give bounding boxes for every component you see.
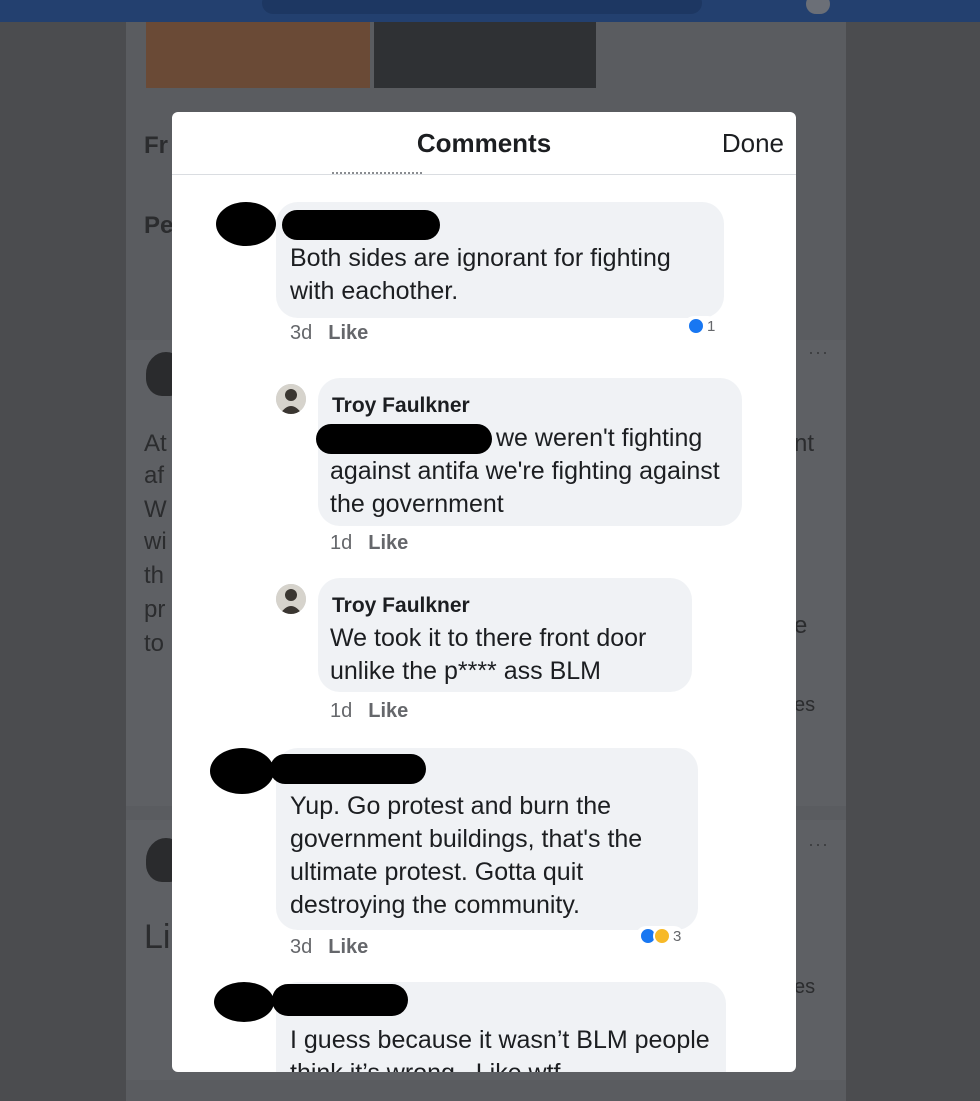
redacted-avatar [210, 748, 274, 794]
redacted-author [270, 754, 426, 784]
comment-author[interactable]: Troy Faulkner [332, 594, 470, 618]
reaction-count: 3 [673, 927, 682, 945]
comment-text: I guess because it wasn’t BLM people thi… [290, 1026, 710, 1072]
background-post-text: At [144, 430, 167, 457]
comment-time: 1d [330, 532, 353, 554]
background-right-text: es [794, 694, 816, 716]
more-options-icon[interactable]: ··· [808, 834, 829, 855]
comment-text: We took it to there front door unlike th… [330, 624, 647, 685]
comment-text: Both sides are ignorant for fighting wit… [290, 244, 671, 305]
user-avatar-icon[interactable] [276, 384, 306, 414]
more-options-icon[interactable]: ··· [808, 342, 829, 363]
comment-item: Yup. Go protest and burn the government … [172, 734, 796, 974]
reaction-count: 1 [707, 317, 716, 335]
background-post-text: wi [144, 528, 167, 555]
background-post-text: Li [144, 918, 171, 956]
reaction-summary[interactable]: 3 [636, 926, 685, 946]
reply-item: Troy Faulkner we weren't fighting agains… [172, 370, 796, 570]
background-right-text: e [794, 612, 808, 639]
comment-time: 3d [290, 936, 313, 958]
like-button[interactable]: Like [368, 700, 408, 722]
comment-meta: 1d Like [330, 532, 408, 555]
background-photo-1 [146, 22, 370, 88]
user-avatar-icon[interactable] [276, 584, 306, 614]
comment-time: 1d [330, 700, 353, 722]
redacted-avatar [216, 202, 276, 246]
done-button[interactable]: Done [722, 128, 784, 159]
comment-meta: 3d Like [290, 322, 368, 345]
top-nav-bar [0, 0, 980, 22]
profile-name-pill[interactable] [262, 0, 702, 14]
comment-item: Both sides are ignorant for fighting wit… [172, 174, 796, 374]
background-right-text: es [794, 976, 816, 998]
care-reaction-icon [653, 927, 671, 945]
comments-list[interactable]: Both sides are ignorant for fighting wit… [172, 174, 796, 1072]
comment-meta: 3d Like [290, 936, 368, 959]
modal-header: Comments Done [172, 112, 796, 175]
comments-modal: Comments Done Both sides are ignorant fo… [172, 112, 796, 1072]
redacted-author [282, 210, 440, 240]
comment-time: 3d [290, 322, 313, 344]
background-post-text: to [144, 630, 165, 657]
like-button[interactable]: Like [328, 936, 368, 958]
background-subheading: Pe [144, 212, 174, 239]
comment-author[interactable]: Troy Faulkner [332, 394, 470, 418]
redacted-author [272, 984, 408, 1016]
redacted-avatar [214, 982, 274, 1022]
avatar[interactable] [806, 0, 830, 14]
background-post-text: th [144, 562, 165, 589]
comment-text: we weren't fighting against antifa we're… [330, 424, 720, 518]
comment-text: Yup. Go protest and burn the government … [290, 792, 643, 919]
comment-meta: 1d Like [330, 700, 408, 723]
background-photo-2 [374, 22, 596, 88]
background-post-text: pr [144, 596, 166, 623]
like-button[interactable]: Like [328, 322, 368, 344]
comment-item: I guess because it wasn’t BLM people thi… [172, 968, 796, 1072]
background-right-text: nt [794, 430, 815, 457]
background-post-text: af [144, 462, 165, 489]
reaction-summary[interactable]: 1 [684, 316, 719, 336]
modal-title: Comments [416, 128, 552, 158]
reply-item: Troy Faulkner We took it to there front … [172, 570, 796, 740]
background-post-text: W [144, 496, 167, 523]
background-heading: Fr [144, 132, 168, 159]
like-reaction-icon [687, 317, 705, 335]
like-button[interactable]: Like [368, 532, 408, 554]
